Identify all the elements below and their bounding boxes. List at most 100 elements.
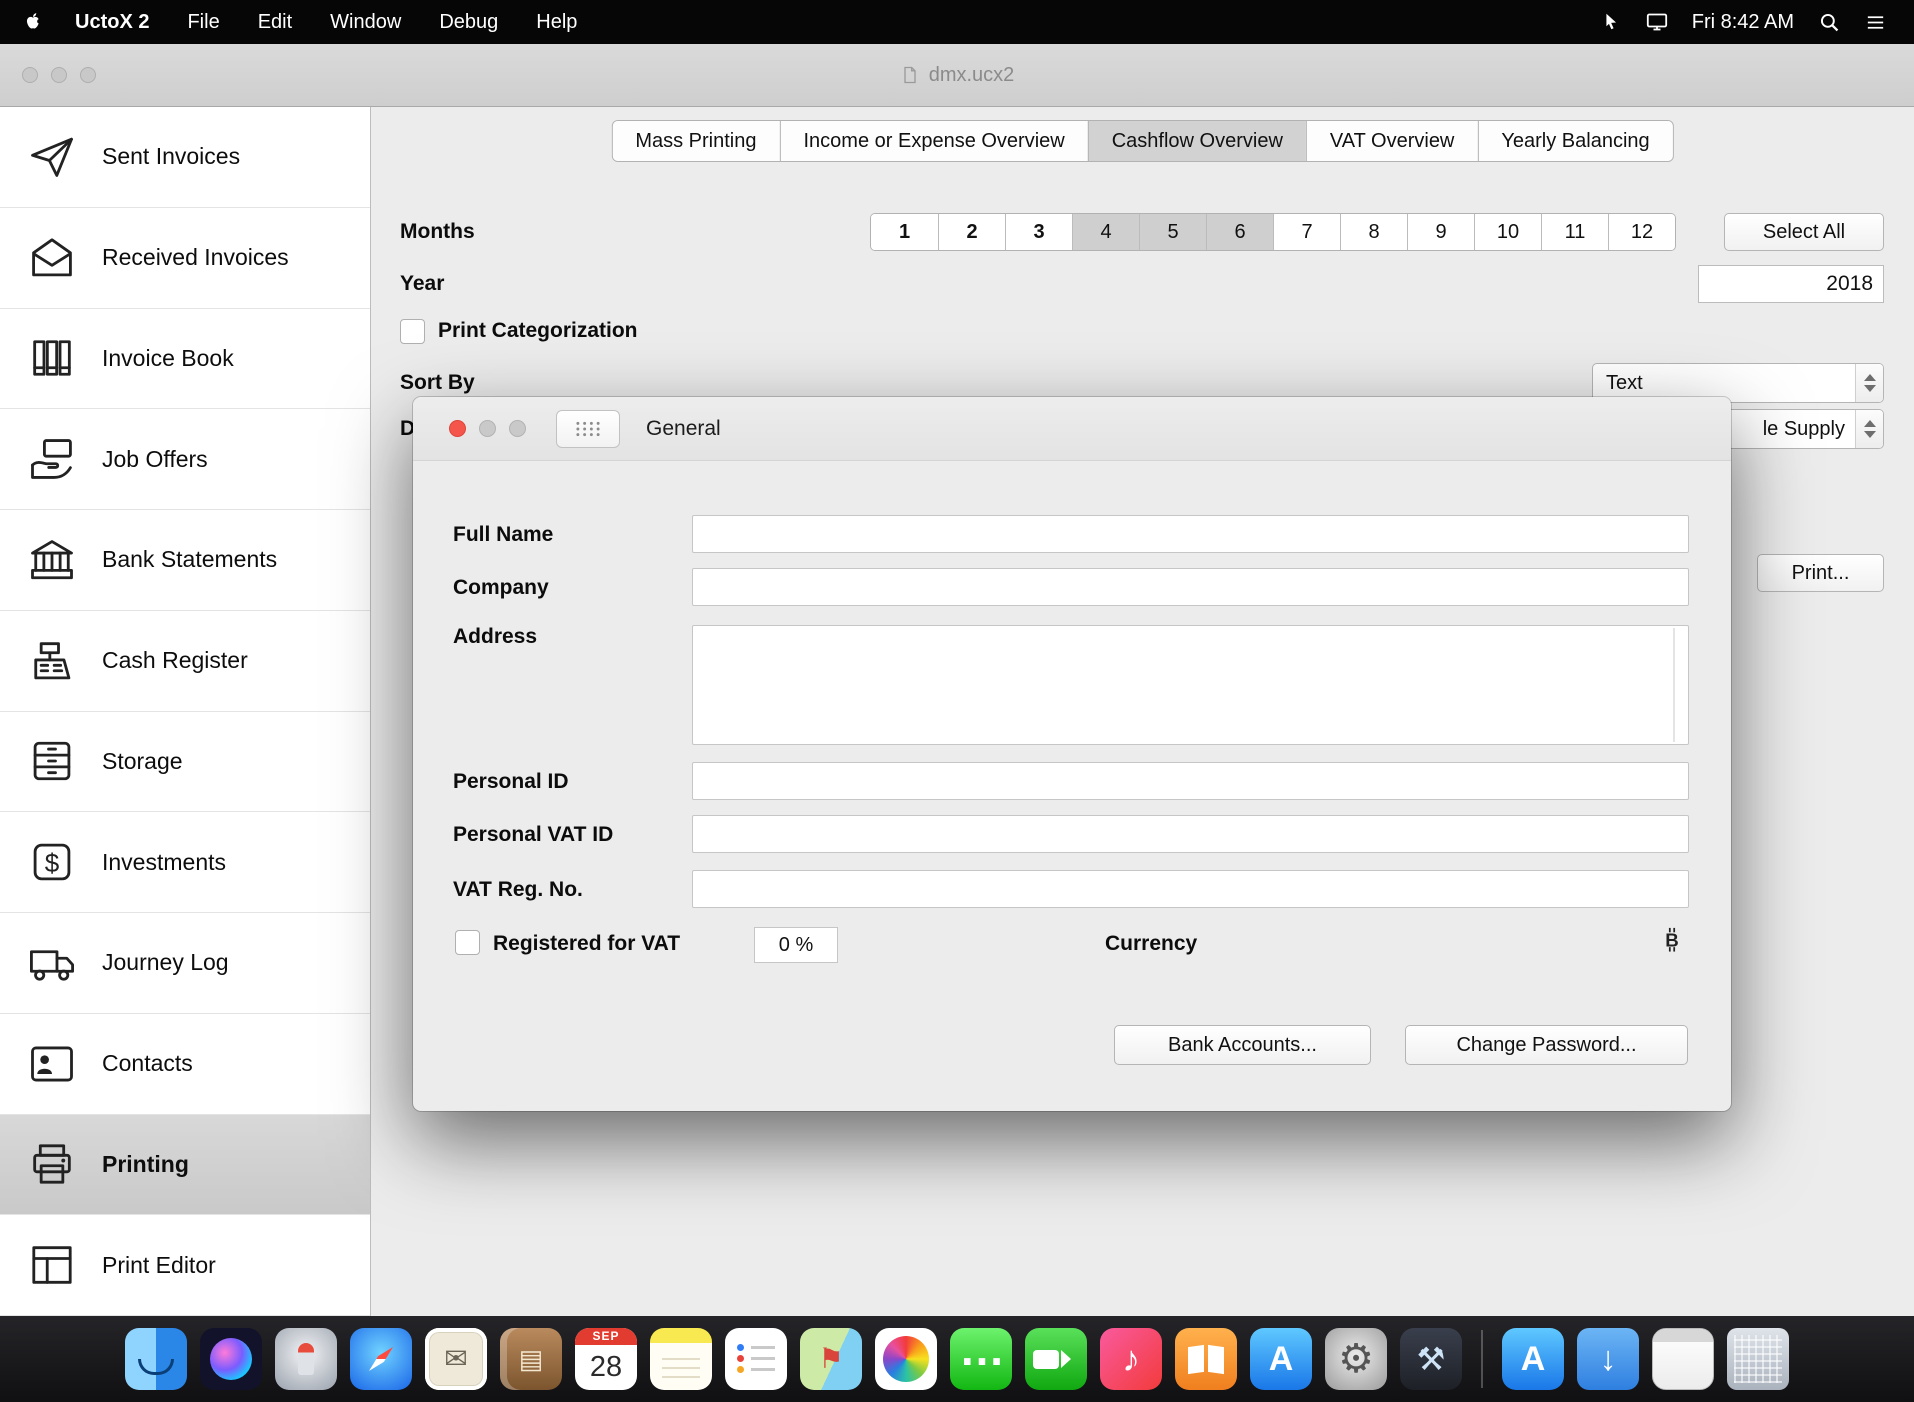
change-password-button[interactable]: Change Password... bbox=[1405, 1025, 1688, 1065]
minimize-button[interactable] bbox=[51, 67, 67, 83]
sidebar-item-invoice-book[interactable]: Invoice Book bbox=[0, 309, 370, 410]
bank-icon bbox=[24, 532, 80, 588]
dock-facetime-icon[interactable] bbox=[1025, 1328, 1087, 1390]
full-name-input[interactable] bbox=[692, 515, 1689, 553]
vat-reg-no-input[interactable] bbox=[692, 870, 1689, 908]
vat-percent-field[interactable]: 0 % bbox=[754, 927, 838, 963]
sidebar-item-printing[interactable]: Printing bbox=[0, 1115, 370, 1216]
select-all-button[interactable]: Select All bbox=[1724, 213, 1884, 251]
dock-minimized-window-icon[interactable] bbox=[1652, 1328, 1714, 1390]
window-title-bar[interactable]: dmx.ucx2 bbox=[0, 44, 1914, 107]
menu-help[interactable]: Help bbox=[517, 0, 596, 44]
dock-maps-icon[interactable]: ⚑ bbox=[800, 1328, 862, 1390]
dock-music-icon[interactable]: ♪ bbox=[1100, 1328, 1162, 1390]
sidebar-item-label: Printing bbox=[102, 1151, 189, 1178]
month-button-4[interactable]: 4 bbox=[1072, 214, 1139, 250]
sidebar-item-sent-invoices[interactable]: Sent Invoices bbox=[0, 107, 370, 208]
dock-notes-icon[interactable] bbox=[650, 1328, 712, 1390]
sidebar-item-print-editor[interactable]: Print Editor bbox=[0, 1215, 370, 1316]
dock-app-store-icon[interactable]: A bbox=[1250, 1328, 1312, 1390]
close-button[interactable] bbox=[22, 67, 38, 83]
sidebar-item-investments[interactable]: $ Investments bbox=[0, 812, 370, 913]
months-label: Months bbox=[400, 220, 475, 244]
year-label: Year bbox=[400, 272, 444, 296]
sidebar-item-received-invoices[interactable]: Received Invoices bbox=[0, 208, 370, 309]
display-icon[interactable] bbox=[1634, 0, 1680, 44]
month-button-9[interactable]: 9 bbox=[1407, 214, 1474, 250]
tab-mass-printing[interactable]: Mass Printing bbox=[612, 121, 779, 161]
dialog-title-bar[interactable]: General bbox=[413, 397, 1731, 461]
dock-books-icon[interactable] bbox=[1175, 1328, 1237, 1390]
zoom-button[interactable] bbox=[80, 67, 96, 83]
sidebar-item-bank-statements[interactable]: Bank Statements bbox=[0, 510, 370, 611]
overview-tabs: Mass Printing Income or Expense Overview… bbox=[611, 120, 1673, 162]
dock-finder-icon[interactable] bbox=[125, 1328, 187, 1390]
month-button-12[interactable]: 12 bbox=[1608, 214, 1675, 250]
dock-xcode-icon[interactable]: ⚒ bbox=[1400, 1328, 1462, 1390]
dock-siri-icon[interactable] bbox=[200, 1328, 262, 1390]
apple-menu[interactable] bbox=[0, 0, 56, 44]
month-button-2[interactable]: 2 bbox=[938, 214, 1005, 250]
month-button-10[interactable]: 10 bbox=[1474, 214, 1541, 250]
menu-window[interactable]: Window bbox=[311, 0, 420, 44]
bank-accounts-button[interactable]: Bank Accounts... bbox=[1114, 1025, 1371, 1065]
menu-app-name[interactable]: UctoX 2 bbox=[56, 0, 168, 44]
general-toolbar-button[interactable] bbox=[556, 410, 620, 448]
menu-bar: UctoX 2 File Edit Window Debug Help Fri … bbox=[0, 0, 1914, 44]
menu-file[interactable]: File bbox=[168, 0, 238, 44]
month-button-1[interactable]: 1 bbox=[871, 214, 938, 250]
year-field[interactable]: 2018 bbox=[1698, 265, 1884, 303]
months-row: Months 1 2 3 4 5 6 7 8 9 10 11 12 Select… bbox=[400, 211, 1884, 253]
menu-clock[interactable]: Fri 8:42 AM bbox=[1680, 11, 1806, 34]
tab-cashflow-overview[interactable]: Cashflow Overview bbox=[1088, 121, 1306, 161]
menu-edit[interactable]: Edit bbox=[239, 0, 311, 44]
dock-app-store-2-icon[interactable]: A bbox=[1502, 1328, 1564, 1390]
month-button-3[interactable]: 3 bbox=[1005, 214, 1072, 250]
notification-center-icon[interactable] bbox=[1852, 0, 1898, 44]
dock-contacts-icon[interactable]: ▤ bbox=[500, 1328, 562, 1390]
dock-downloads-icon[interactable]: ↓ bbox=[1577, 1328, 1639, 1390]
dock-mail-icon[interactable]: ✉ bbox=[425, 1328, 487, 1390]
window-controls bbox=[22, 44, 96, 106]
sidebar-item-storage[interactable]: Storage bbox=[0, 712, 370, 813]
dock-launchpad-icon[interactable] bbox=[275, 1328, 337, 1390]
bitcoin-currency-icon[interactable]: B bbox=[1661, 925, 1683, 960]
dock-calendar-icon[interactable]: SEP28 bbox=[575, 1328, 637, 1390]
tab-yearly-balancing[interactable]: Yearly Balancing bbox=[1477, 121, 1672, 161]
print-button[interactable]: Print... bbox=[1757, 554, 1884, 592]
month-button-5[interactable]: 5 bbox=[1139, 214, 1206, 250]
apple-icon bbox=[22, 11, 44, 33]
tab-income-or-expense-overview[interactable]: Income or Expense Overview bbox=[780, 121, 1088, 161]
sidebar-item-journey-log[interactable]: Journey Log bbox=[0, 913, 370, 1014]
tab-vat-overview[interactable]: VAT Overview bbox=[1306, 121, 1477, 161]
personal-id-input[interactable] bbox=[692, 762, 1689, 800]
dock-reminders-icon[interactable] bbox=[725, 1328, 787, 1390]
sidebar-item-job-offers[interactable]: Job Offers bbox=[0, 409, 370, 510]
month-button-8[interactable]: 8 bbox=[1340, 214, 1407, 250]
dock-system-preferences-icon[interactable]: ⚙ bbox=[1325, 1328, 1387, 1390]
dialog-minimize-button[interactable] bbox=[479, 420, 496, 437]
company-input[interactable] bbox=[692, 568, 1689, 606]
personal-vat-id-input[interactable] bbox=[692, 815, 1689, 853]
dock-separator bbox=[1481, 1330, 1483, 1388]
dock-messages-icon[interactable]: … bbox=[950, 1328, 1012, 1390]
dock-trash-icon[interactable] bbox=[1727, 1328, 1789, 1390]
spotlight-icon[interactable] bbox=[1806, 0, 1852, 44]
maps-glyph: ⚑ bbox=[818, 1345, 843, 1373]
month-button-6[interactable]: 6 bbox=[1206, 214, 1273, 250]
month-button-7[interactable]: 7 bbox=[1273, 214, 1340, 250]
dialog-close-button[interactable] bbox=[449, 420, 466, 437]
month-button-11[interactable]: 11 bbox=[1541, 214, 1608, 250]
dock-safari-icon[interactable] bbox=[350, 1328, 412, 1390]
address-textarea[interactable] bbox=[692, 625, 1689, 745]
print-categorization-checkbox[interactable] bbox=[400, 319, 425, 344]
dock-photos-icon[interactable] bbox=[875, 1328, 937, 1390]
menu-debug[interactable]: Debug bbox=[420, 0, 517, 44]
scrollbar-track[interactable] bbox=[1673, 628, 1675, 742]
print-categorization-label: Print Categorization bbox=[438, 319, 638, 343]
dialog-zoom-button[interactable] bbox=[509, 420, 526, 437]
sidebar-item-cash-register[interactable]: Cash Register bbox=[0, 611, 370, 712]
pointer-icon[interactable] bbox=[1588, 0, 1634, 44]
registered-for-vat-checkbox[interactable] bbox=[455, 930, 480, 955]
sidebar-item-contacts[interactable]: Contacts bbox=[0, 1014, 370, 1115]
